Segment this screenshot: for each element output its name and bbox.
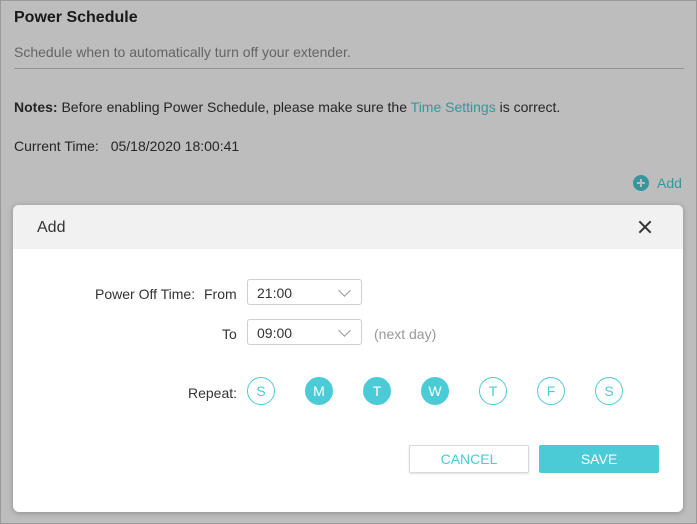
modal-header: Add xyxy=(13,205,683,249)
day-friday[interactable]: F xyxy=(537,377,565,405)
chevron-down-icon xyxy=(338,284,351,297)
cancel-button[interactable]: CANCEL xyxy=(409,445,529,473)
add-schedule-modal: Add Power Off Time: From 21:00 To 09:00 … xyxy=(13,205,683,512)
from-time-value: 21:00 xyxy=(257,285,293,301)
power-off-time-label: Power Off Time: xyxy=(95,286,196,302)
close-icon[interactable] xyxy=(635,217,655,237)
from-time-select[interactable]: 21:00 xyxy=(247,279,362,305)
day-sunday[interactable]: S xyxy=(247,377,275,405)
day-monday[interactable]: M xyxy=(305,377,333,405)
day-wednesday[interactable]: W xyxy=(421,377,449,405)
day-saturday[interactable]: S xyxy=(595,377,623,405)
chevron-down-icon xyxy=(338,324,351,337)
day-thursday[interactable]: T xyxy=(479,377,507,405)
to-time-select[interactable]: 09:00 xyxy=(247,319,362,345)
next-day-note: (next day) xyxy=(374,326,437,342)
day-tuesday[interactable]: T xyxy=(363,377,391,405)
save-button[interactable]: SAVE xyxy=(539,445,659,473)
to-time-value: 09:00 xyxy=(257,325,293,341)
modal-title: Add xyxy=(37,219,66,236)
repeat-label: Repeat: xyxy=(188,385,238,401)
from-label: From xyxy=(204,286,237,302)
to-label: To xyxy=(222,326,237,342)
